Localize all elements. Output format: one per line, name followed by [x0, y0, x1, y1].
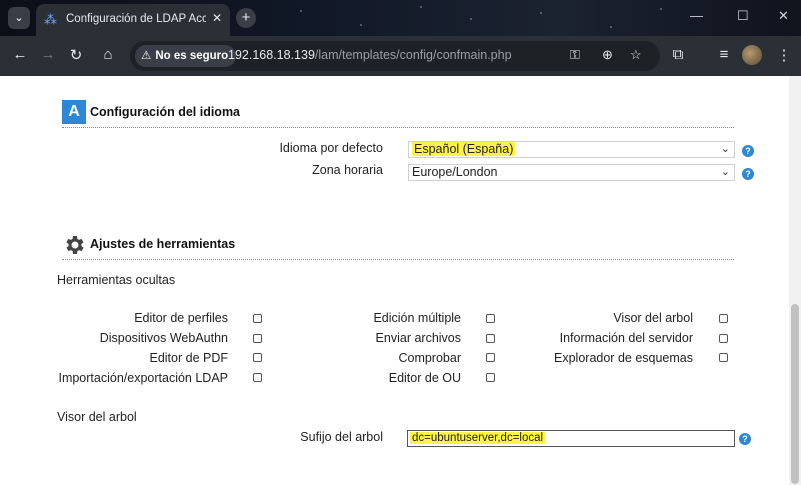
hidden-tools-label: Herramientas ocultas [57, 273, 176, 287]
tool-label-server-info: Información del servidor [559, 331, 693, 345]
tree-suffix-input[interactable]: dc=ubuntuserver,dc=local [407, 430, 735, 447]
help-icon[interactable]: ? [742, 168, 754, 180]
language-section-title: Configuración del idioma [90, 105, 241, 119]
close-tab-icon[interactable]: ✕ [212, 11, 222, 25]
address-bar[interactable]: ⚠ No es seguro 192.168.18.139/lam/templat… [130, 41, 660, 71]
language-section-header: A Configuración del idioma [62, 100, 734, 128]
menu-kebab-icon[interactable]: ⋮ [774, 46, 794, 64]
browser-toolbar: ← → ↻ ⌂ ⚠ No es seguro 192.168.18.139/lam… [0, 36, 801, 76]
security-indicator[interactable]: ⚠ No es seguro [135, 45, 237, 67]
tool-checkbox-ldap-import-export[interactable] [253, 373, 262, 382]
tool-label-multi-edit: Edición múltiple [373, 311, 461, 325]
zoom-icon[interactable]: ⊕ [602, 47, 613, 63]
tab-title: Configuración de LDAP Account [66, 13, 206, 25]
new-tab-button[interactable]: + [236, 8, 256, 28]
tab-search-button[interactable]: ⌄ [8, 7, 30, 29]
page-scrollbar[interactable] [789, 76, 801, 485]
warning-icon: ⚠ [141, 50, 152, 62]
tree-viewer-heading: Visor del arbol [57, 410, 137, 424]
reading-list-icon[interactable]: ≡ [714, 46, 734, 63]
tool-checkbox-file-upload[interactable] [486, 334, 495, 343]
tool-checkbox-pdf-editor[interactable] [253, 353, 262, 362]
tool-label-tests: Comprobar [398, 351, 461, 365]
tool-label-pdf-editor: Editor de PDF [149, 351, 228, 365]
home-icon[interactable]: ⌂ [98, 46, 118, 63]
page-content: A Configuración del idioma Idioma por de… [0, 76, 801, 485]
default-language-select[interactable]: Español (España) ⌄ [408, 141, 735, 158]
tool-checkbox-tests[interactable] [486, 353, 495, 362]
timezone-select[interactable]: Europe/London ⌄ [408, 164, 735, 181]
tree-suffix-label: Sufijo del arbol [300, 430, 383, 444]
tools-section-title: Ajustes de herramientas [90, 237, 236, 251]
tool-checkbox-server-info[interactable] [719, 334, 728, 343]
tool-checkbox-multi-edit[interactable] [486, 314, 495, 323]
tools-section-header: Ajustes de herramientas [62, 232, 734, 260]
tool-checkbox-schema-browser[interactable] [719, 353, 728, 362]
bookmark-star-icon[interactable]: ☆ [630, 47, 642, 63]
tool-label-tree-viewer: Visor del arbol [613, 311, 693, 325]
profile-avatar[interactable] [742, 45, 762, 65]
tool-checkbox-profile-editor[interactable] [253, 314, 262, 323]
tool-label-webauthn: Dispositivos WebAuthn [99, 331, 228, 345]
extensions-icon[interactable]: ⧉ [668, 46, 688, 63]
help-icon[interactable]: ? [739, 433, 751, 445]
password-key-icon[interactable]: ⚿ [570, 47, 580, 63]
browser-tab[interactable]: ⁂ Configuración de LDAP Account ✕ [36, 4, 230, 36]
browser-tab-bar: ⌄ ⁂ Configuración de LDAP Account ✕ + — … [0, 0, 801, 36]
ldap-favicon-icon: ⁂ [44, 12, 57, 27]
tool-label-ou-editor: Editor de OU [388, 371, 461, 385]
chevron-down-icon: ⌄ [720, 166, 730, 178]
forward-icon[interactable]: → [38, 46, 58, 63]
language-icon: A [62, 100, 86, 124]
reload-icon[interactable]: ↻ [66, 46, 86, 64]
timezone-label: Zona horaria [312, 163, 383, 177]
tool-label-ldap-import-export: Importación/exportación LDAP [58, 371, 228, 385]
back-icon[interactable]: ← [10, 46, 30, 63]
help-icon[interactable]: ? [742, 145, 754, 157]
tool-checkbox-webauthn[interactable] [253, 334, 262, 343]
gear-icon [66, 236, 84, 254]
url-text[interactable]: 192.168.18.139/lam/templates/config/conf… [228, 48, 512, 62]
chevron-down-icon: ⌄ [720, 143, 730, 155]
tool-checkbox-ou-editor[interactable] [486, 373, 495, 382]
minimize-icon[interactable]: — [690, 8, 703, 23]
scrollbar-thumb[interactable] [791, 304, 799, 484]
tool-checkbox-tree-viewer[interactable] [719, 314, 728, 323]
close-window-icon[interactable]: ✕ [778, 8, 789, 24]
tool-label-file-upload: Enviar archivos [375, 331, 461, 345]
tool-label-profile-editor: Editor de perfiles [134, 311, 228, 325]
default-language-label: Idioma por defecto [279, 141, 383, 155]
maximize-icon[interactable]: ☐ [737, 8, 749, 24]
url-path: /lam/templates/config/confmain.php [314, 48, 512, 62]
tool-label-schema-browser: Explorador de esquemas [554, 351, 693, 365]
url-host: 192.168.18.139 [228, 48, 315, 62]
